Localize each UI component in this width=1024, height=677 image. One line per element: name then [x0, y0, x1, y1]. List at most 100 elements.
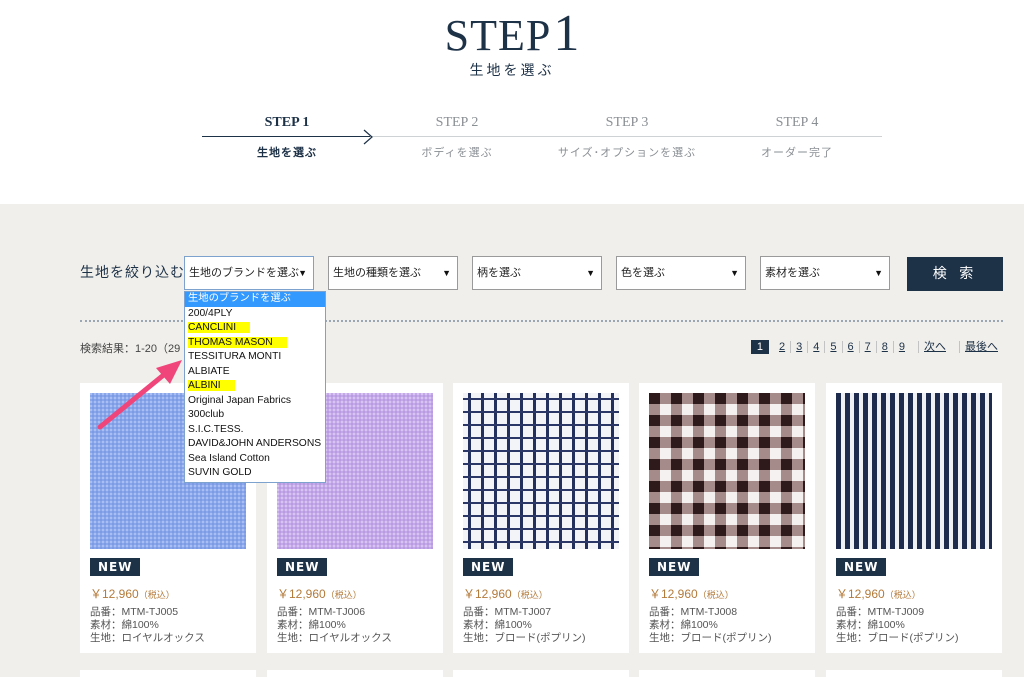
product-fabric: 生地：ロイヤルオックス [90, 632, 205, 644]
pagination: 1 2 3 4 5 6 7 8 9 次へ 最後へ [750, 340, 1003, 356]
option-label: S.I.C.TESS. [188, 423, 244, 435]
step-1-label: STEP 1 [264, 115, 310, 130]
product-fabric: 生地：ブロード(ポプリン) [463, 632, 586, 644]
product-price: ￥12,960（税込） [649, 585, 734, 602]
brand-option[interactable]: SUVIN GOLD [185, 466, 325, 481]
new-badge: NEW [90, 558, 141, 576]
chevron-down-icon: ▼ [874, 268, 883, 278]
step-2-label: STEP 2 [435, 115, 479, 130]
brand-select[interactable]: 生地のブランドを選ぶ ▼ [184, 256, 314, 290]
brand-option[interactable]: ALBIATE [185, 365, 325, 380]
brand-option[interactable]: THOMAS MASON [185, 336, 325, 351]
brand-option[interactable]: Sea Island Cotton [185, 452, 325, 467]
material-select[interactable]: 素材を選ぶ ▼ [760, 256, 890, 290]
pattern-select-value: 柄を選ぶ [477, 267, 521, 279]
brand-option[interactable]: CANCLINI [185, 321, 325, 336]
option-label: Original Japan Fabrics [188, 394, 292, 406]
brand-option[interactable]: S.I.C.TESS. [185, 423, 325, 438]
option-label: ALBIATE [188, 365, 230, 377]
price-tax: （税込） [511, 590, 548, 600]
result-count: 検索結果：1-20（29 [80, 343, 181, 355]
brand-option[interactable]: ALBINI [185, 379, 325, 394]
price-tax: （税込） [697, 590, 734, 600]
fabric-swatch-image[interactable] [649, 393, 805, 549]
step-3-desc: サイズ･オプションを選ぶ [557, 146, 697, 159]
page-1[interactable]: 1 [750, 340, 769, 354]
option-label: 200/4PLY [188, 307, 233, 319]
new-badge: NEW [649, 558, 700, 576]
page-2[interactable]: 2 [774, 341, 790, 353]
product-price: ￥12,960（税込） [836, 585, 921, 602]
option-label: SUVIN GOLD [188, 467, 252, 478]
step-1: STEP 1 生地を選ぶ [202, 112, 372, 160]
chevron-down-icon: ▼ [586, 268, 595, 278]
brand-option[interactable]: TESSITURA MONTI [185, 350, 325, 365]
filter-label: 生地を絞り込む [80, 265, 185, 281]
type-select[interactable]: 生地の種類を選ぶ ▼ [328, 256, 458, 290]
product-card-partial[interactable] [826, 670, 1002, 677]
option-label: 300club [188, 409, 225, 420]
option-label: ALBINI [188, 380, 235, 391]
chevron-down-icon: ▼ [442, 268, 451, 278]
option-label: CANCLINI [188, 322, 251, 333]
product-card-partial[interactable] [267, 670, 443, 677]
step-number: 1 [553, 5, 580, 62]
brand-option[interactable]: 200/4PLY [185, 307, 325, 322]
color-select-value: 色を選ぶ [621, 267, 665, 279]
page-3[interactable]: 3 [790, 341, 807, 353]
price-tax: （税込） [325, 590, 362, 600]
step-3-label: STEP 3 [605, 115, 649, 130]
brand-select-value: 生地のブランドを選ぶ [189, 267, 299, 279]
product-fabric: 生地：ブロード(ポプリン) [649, 632, 772, 644]
step-1-desc: 生地を選ぶ [257, 146, 317, 159]
product-card-partial[interactable] [453, 670, 629, 677]
page-9[interactable]: 9 [892, 341, 910, 353]
price-value: ￥12,960 [463, 587, 512, 601]
new-badge: NEW [836, 558, 887, 576]
brand-option[interactable]: DAVID&JOHN ANDERSONS [185, 437, 325, 452]
color-select[interactable]: 色を選ぶ ▼ [616, 256, 746, 290]
chevron-down-icon: ▼ [298, 268, 307, 278]
step-4-label: STEP 4 [775, 115, 819, 130]
pattern-select[interactable]: 柄を選ぶ ▼ [472, 256, 602, 290]
last-page-link[interactable]: 最後へ [959, 341, 1003, 353]
new-badge: NEW [277, 558, 328, 576]
page-5[interactable]: 5 [824, 341, 841, 353]
page-4[interactable]: 4 [807, 341, 824, 353]
product-card[interactable]: NEW ￥12,960（税込） 品番：MTM-TJ008 素材：綿100% 生地… [639, 383, 815, 653]
product-price: ￥12,960（税込） [463, 585, 548, 602]
step-2: STEP 2 ボディを選ぶ [372, 112, 542, 160]
option-label: DAVID&JOHN ANDERSONS [188, 438, 322, 449]
brand-dropdown-list[interactable]: 生地のブランドを選ぶ 200/4PLY CANCLINI THOMAS MASO… [184, 291, 326, 483]
page-title: STEP1 [0, 4, 1024, 63]
brand-option[interactable]: 300club [185, 408, 325, 423]
next-page-link[interactable]: 次へ [918, 341, 951, 353]
option-label: TESSITURA MONTI [188, 351, 282, 362]
type-select-value: 生地の種類を選ぶ [333, 267, 421, 279]
step-4: STEP 4 オーダー完了 [712, 112, 882, 160]
price-value: ￥12,960 [90, 587, 139, 601]
page-7[interactable]: 7 [858, 341, 876, 353]
step-4-desc: オーダー完了 [761, 146, 833, 159]
brand-option[interactable]: 生地のブランドを選ぶ [185, 292, 325, 307]
fabric-swatch-image[interactable] [463, 393, 619, 549]
price-tax: （税込） [884, 590, 921, 600]
product-fabric: 生地：ブロード(ポプリン) [836, 632, 959, 644]
product-card[interactable]: NEW ￥12,960（税込） 品番：MTM-TJ009 素材：綿100% 生地… [826, 383, 1002, 653]
product-price: ￥12,960（税込） [90, 585, 175, 602]
fabric-swatch-image[interactable] [836, 393, 992, 549]
header-area: STEP1 生地を選ぶ STEP 1 生地を選ぶ STEP 2 ボディを選ぶ S… [0, 0, 1024, 204]
product-card-partial[interactable] [80, 670, 256, 677]
chevron-down-icon: ▼ [730, 268, 739, 278]
step-3: STEP 3 サイズ･オプションを選ぶ [542, 112, 712, 160]
price-tax: （税込） [138, 590, 175, 600]
option-label: 生地のブランドを選ぶ [188, 293, 291, 304]
price-value: ￥12,960 [277, 587, 326, 601]
product-card-partial[interactable] [639, 670, 815, 677]
search-button[interactable]: 検 索 [907, 257, 1003, 291]
page-8[interactable]: 8 [875, 341, 893, 353]
brand-option[interactable]: Original Japan Fabrics [185, 394, 325, 409]
page-6[interactable]: 6 [841, 341, 859, 353]
price-value: ￥12,960 [836, 587, 885, 601]
product-card[interactable]: NEW ￥12,960（税込） 品番：MTM-TJ007 素材：綿100% 生地… [453, 383, 629, 653]
